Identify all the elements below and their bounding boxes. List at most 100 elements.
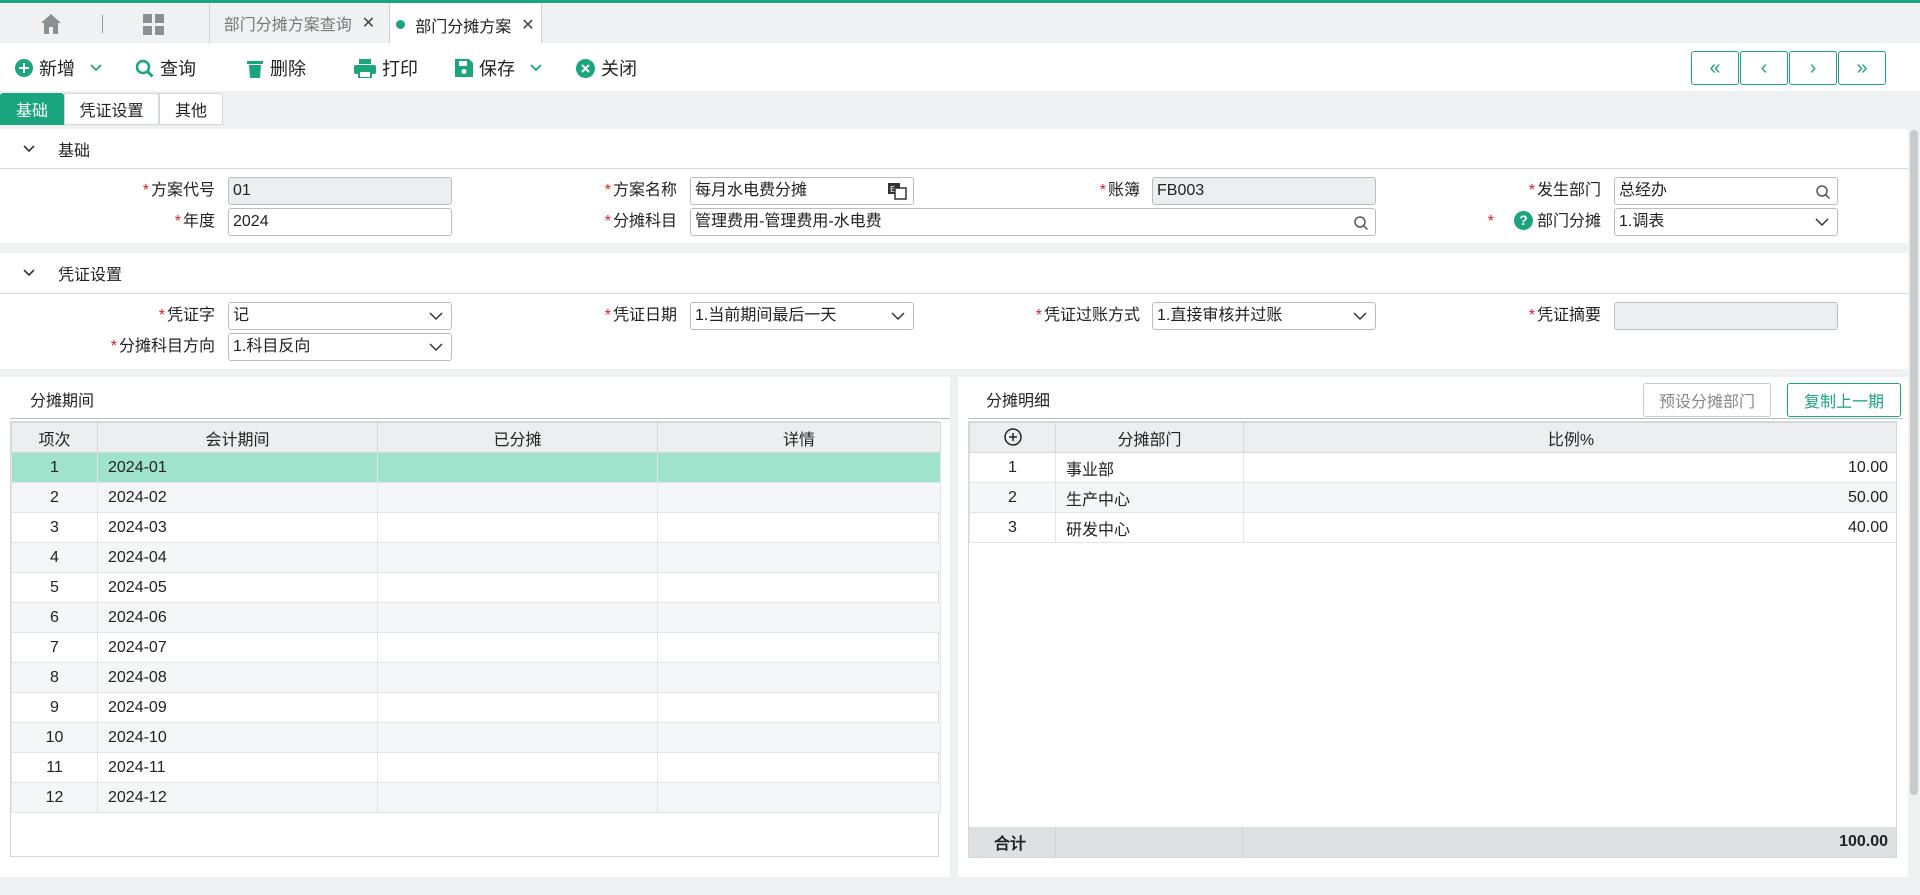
- column-header[interactable]: 项次: [11, 422, 98, 453]
- period-cell[interactable]: 2024-12: [97, 782, 378, 813]
- voucher-word-select[interactable]: 记: [228, 302, 452, 330]
- help-icon[interactable]: ?: [1513, 211, 1533, 230]
- close-icon[interactable]: ✕: [521, 15, 534, 35]
- last-record-button[interactable]: »: [1838, 51, 1886, 85]
- ratio-cell[interactable]: 10.00: [1243, 452, 1896, 483]
- table-row[interactable]: 1 2024-01: [11, 452, 941, 483]
- apps-grid-icon[interactable]: [142, 13, 166, 37]
- add-row-header[interactable]: [969, 422, 1056, 453]
- ratio-cell[interactable]: 40.00: [1243, 512, 1896, 543]
- column-header[interactable]: 会计期间: [97, 422, 378, 453]
- direction-select[interactable]: 1.科目反向: [228, 333, 452, 361]
- first-record-button[interactable]: «: [1691, 51, 1739, 85]
- tab-other[interactable]: 其他: [159, 93, 223, 125]
- detail-cell[interactable]: [657, 692, 941, 723]
- column-header[interactable]: 已分摊: [377, 422, 658, 453]
- tab-voucher-settings[interactable]: 凭证设置: [64, 93, 159, 125]
- chevron-down-icon[interactable]: [22, 144, 36, 154]
- column-header[interactable]: 比例%: [1243, 422, 1896, 453]
- table-row[interactable]: 5 2024-05: [11, 572, 941, 603]
- table-row[interactable]: 11 2024-11: [11, 752, 941, 783]
- period-cell[interactable]: 2024-05: [97, 572, 378, 603]
- period-cell[interactable]: 2024-11: [97, 752, 378, 783]
- delete-button[interactable]: 删除: [246, 55, 306, 81]
- chevron-down-icon[interactable]: [89, 63, 103, 73]
- allocated-cell[interactable]: [377, 662, 658, 693]
- detail-cell[interactable]: [657, 722, 941, 753]
- allocated-cell[interactable]: [377, 632, 658, 663]
- dept-cell[interactable]: 生产中心: [1055, 482, 1244, 513]
- table-row[interactable]: 10 2024-10: [11, 722, 941, 753]
- voucher-section-header[interactable]: 凭证设置: [0, 253, 1908, 294]
- tab-plan-query[interactable]: 部门分摊方案查询 ✕: [209, 3, 390, 43]
- period-cell[interactable]: 2024-09: [97, 692, 378, 723]
- close-button[interactable]: 关闭: [576, 55, 637, 81]
- allocated-cell[interactable]: [377, 482, 658, 513]
- dept-cell[interactable]: 研发中心: [1055, 512, 1244, 543]
- column-header[interactable]: 详情: [657, 422, 941, 453]
- prev-record-button[interactable]: ‹: [1740, 51, 1788, 85]
- posting-select[interactable]: 1.直接审核并过账: [1152, 302, 1376, 330]
- plan-name-field[interactable]: 每月水电费分摊 E: [690, 177, 914, 205]
- tab-basic[interactable]: 基础: [0, 93, 64, 125]
- allocated-cell[interactable]: [377, 752, 658, 783]
- period-cell[interactable]: 2024-03: [97, 512, 378, 543]
- allocated-cell[interactable]: [377, 452, 658, 483]
- period-cell[interactable]: 2024-04: [97, 542, 378, 573]
- print-button[interactable]: 打印: [354, 55, 418, 81]
- ledger-field[interactable]: FB003: [1152, 177, 1376, 205]
- allocated-cell[interactable]: [377, 512, 658, 543]
- table-row[interactable]: 6 2024-06: [11, 602, 941, 633]
- allocated-cell[interactable]: [377, 602, 658, 633]
- detail-cell[interactable]: [657, 452, 941, 483]
- period-cell[interactable]: 2024-08: [97, 662, 378, 693]
- account-field[interactable]: 管理费用-管理费用-水电费: [690, 208, 1376, 236]
- close-icon[interactable]: ✕: [362, 13, 375, 33]
- table-row[interactable]: 9 2024-09: [11, 692, 941, 723]
- table-row[interactable]: 7 2024-07: [11, 632, 941, 663]
- period-cell[interactable]: 2024-10: [97, 722, 378, 753]
- plan-code-field[interactable]: 01: [228, 177, 452, 205]
- chevron-down-icon[interactable]: [22, 268, 36, 278]
- home-icon[interactable]: [38, 12, 64, 36]
- table-row[interactable]: 2 2024-02: [11, 482, 941, 513]
- period-cell[interactable]: 2024-07: [97, 632, 378, 663]
- tab-plan-active[interactable]: 部门分摊方案 ✕: [390, 3, 542, 46]
- detail-cell[interactable]: [657, 482, 941, 513]
- dept-alloc-select[interactable]: 1.调表: [1614, 208, 1838, 236]
- basic-section-header[interactable]: 基础: [0, 129, 1908, 169]
- allocated-cell[interactable]: [377, 782, 658, 813]
- save-button[interactable]: 保存: [455, 55, 543, 81]
- dept-cell[interactable]: 事业部: [1055, 452, 1244, 483]
- detail-cell[interactable]: [657, 662, 941, 693]
- chevron-down-icon[interactable]: [529, 63, 543, 73]
- period-cell[interactable]: 2024-01: [97, 452, 378, 483]
- table-row[interactable]: 8 2024-08: [11, 662, 941, 693]
- period-cell[interactable]: 2024-02: [97, 482, 378, 513]
- allocated-cell[interactable]: [377, 572, 658, 603]
- detail-cell[interactable]: [657, 632, 941, 663]
- detail-cell[interactable]: [657, 782, 941, 813]
- plus-circle-icon[interactable]: [1003, 428, 1022, 447]
- translate-icon[interactable]: E: [887, 182, 907, 200]
- detail-cell[interactable]: [657, 512, 941, 543]
- allocated-cell[interactable]: [377, 722, 658, 753]
- voucher-date-select[interactable]: 1.当前期间最后一天: [690, 302, 914, 330]
- table-row[interactable]: 3 研发中心 40.00: [969, 512, 1896, 543]
- origin-dept-field[interactable]: 总经办: [1614, 177, 1838, 205]
- search-icon[interactable]: [1353, 215, 1369, 231]
- detail-cell[interactable]: [657, 542, 941, 573]
- table-row[interactable]: 2 生产中心 50.00: [969, 482, 1896, 513]
- search-icon[interactable]: [1815, 184, 1831, 200]
- period-cell[interactable]: 2024-06: [97, 602, 378, 633]
- query-button[interactable]: 查询: [135, 55, 196, 81]
- table-row[interactable]: 1 事业部 10.00: [969, 452, 1896, 483]
- copy-previous-button[interactable]: 复制上一期: [1787, 383, 1901, 417]
- year-field[interactable]: 2024: [228, 208, 452, 236]
- detail-cell[interactable]: [657, 602, 941, 633]
- table-row[interactable]: 3 2024-03: [11, 512, 941, 543]
- ratio-cell[interactable]: 50.00: [1243, 482, 1896, 513]
- table-row[interactable]: 12 2024-12: [11, 782, 941, 813]
- allocated-cell[interactable]: [377, 692, 658, 723]
- detail-cell[interactable]: [657, 752, 941, 783]
